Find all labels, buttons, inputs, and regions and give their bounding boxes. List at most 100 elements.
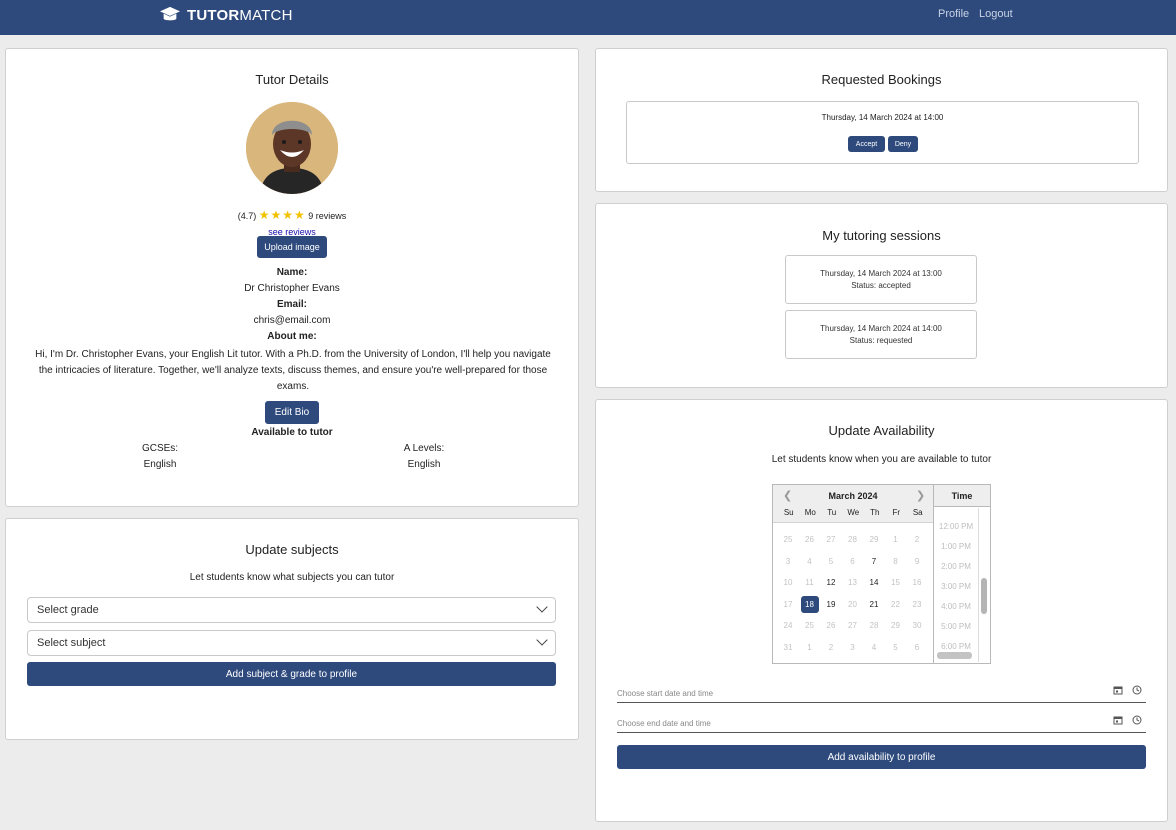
time-option[interactable]: 4:00 PM xyxy=(934,602,978,611)
calendar-day[interactable]: 19 xyxy=(822,596,840,613)
name-label: Name: xyxy=(276,267,308,278)
calendar-day[interactable]: 1 xyxy=(801,639,819,656)
time-option[interactable]: 6:00 PM xyxy=(934,642,978,651)
subject-select[interactable]: Select subject xyxy=(27,630,556,656)
start-datetime-field[interactable]: Choose start date and time xyxy=(617,683,1146,703)
calendar-day[interactable]: 27 xyxy=(844,617,862,634)
update-availability-title: Update Availability xyxy=(828,423,935,438)
tutoring-sessions-card: My tutoring sessions Thursday, 14 March … xyxy=(595,203,1168,388)
calendar-day[interactable]: 26 xyxy=(801,531,819,548)
edit-bio-button[interactable]: Edit Bio xyxy=(265,401,319,424)
calendar-day[interactable]: 8 xyxy=(887,553,905,570)
calendar-panel: ❮ March 2024 ❯ Su Mo Tu We Th Fr Sa 25 26 27 28 29… xyxy=(773,485,934,663)
calendar-day[interactable]: 17 xyxy=(779,596,797,613)
session-item[interactable]: Thursday, 14 March 2024 at 13:00 Status:… xyxy=(785,255,977,304)
nav-logout-link[interactable]: Logout xyxy=(979,8,1013,20)
next-month-icon[interactable]: ❯ xyxy=(916,489,925,502)
calendar-day[interactable]: 9 xyxy=(908,553,926,570)
review-count: 9 reviews xyxy=(308,211,347,221)
weekday-header: Tu xyxy=(827,508,837,517)
calendar-day[interactable]: 6 xyxy=(844,553,862,570)
calendar-day[interactable]: 3 xyxy=(779,553,797,570)
weekday-header: Fr xyxy=(892,508,901,517)
brand-logo[interactable]: TUTOR MATCH xyxy=(159,5,293,25)
calendar-icon[interactable] xyxy=(1113,715,1123,725)
calendar-day[interactable]: 23 xyxy=(908,596,926,613)
time-option[interactable]: 3:00 PM xyxy=(934,582,978,591)
accept-button[interactable]: Accept xyxy=(848,136,885,152)
calendar-day[interactable]: 12 xyxy=(822,574,840,591)
alevel-label: A Levels: xyxy=(403,443,445,454)
calendar-day[interactable]: 22 xyxy=(887,596,905,613)
chevron-down-icon xyxy=(536,634,548,646)
time-horizontal-scrollbar[interactable] xyxy=(937,652,972,659)
time-option[interactable]: 12:00 PM xyxy=(934,522,978,531)
time-scrollbar[interactable] xyxy=(981,578,987,614)
calendar-day[interactable]: 25 xyxy=(779,531,797,548)
tutoring-sessions-title: My tutoring sessions xyxy=(822,228,941,243)
calendar-day[interactable]: 4 xyxy=(865,639,883,656)
calendar-day[interactable]: 5 xyxy=(822,553,840,570)
tutor-email: chris@email.com xyxy=(253,315,331,326)
calendar-day[interactable]: 20 xyxy=(844,596,862,613)
alevel-subject: English xyxy=(407,459,441,470)
calendar-day[interactable]: 11 xyxy=(801,574,819,591)
add-subject-button[interactable]: Add subject & grade to profile xyxy=(27,662,556,686)
update-subjects-subtitle: Let students know what subjects you can … xyxy=(189,572,395,583)
calendar-day[interactable]: 13 xyxy=(844,574,862,591)
about-label: About me: xyxy=(267,331,317,342)
time-option[interactable]: 1:00 PM xyxy=(934,542,978,551)
calendar-day[interactable]: 26 xyxy=(822,617,840,634)
time-option[interactable]: 2:00 PM xyxy=(934,562,978,571)
time-header: Time xyxy=(934,485,990,507)
subject-select-value: Select subject xyxy=(37,637,106,649)
calendar-day[interactable]: 28 xyxy=(865,617,883,634)
rating-value: (4.7) xyxy=(237,211,257,221)
end-datetime-field[interactable]: Choose end date and time xyxy=(617,713,1146,733)
nav-profile-link[interactable]: Profile xyxy=(938,8,969,20)
calendar-day[interactable]: 28 xyxy=(844,531,862,548)
calendar-day[interactable]: 31 xyxy=(779,639,797,656)
calendar-day[interactable]: 29 xyxy=(887,617,905,634)
update-subjects-card: Update subjects Let students know what s… xyxy=(5,518,579,740)
grade-select[interactable]: Select grade xyxy=(27,597,556,623)
deny-button[interactable]: Deny xyxy=(888,136,918,152)
clock-icon[interactable] xyxy=(1132,715,1142,725)
time-option[interactable]: 5:00 PM xyxy=(934,622,978,631)
calendar-icon[interactable] xyxy=(1113,685,1123,695)
calendar-day[interactable]: 21 xyxy=(865,596,883,613)
upload-image-button[interactable]: Upload image xyxy=(257,236,327,258)
calendar-day-selected[interactable]: 18 xyxy=(800,595,819,613)
booking-request-time: Thursday, 14 March 2024 at 14:00 xyxy=(821,113,944,122)
update-availability-card: Update Availability Let students know wh… xyxy=(595,399,1168,822)
calendar-day[interactable]: 10 xyxy=(779,574,797,591)
date-time-picker[interactable]: ❮ March 2024 ❯ Su Mo Tu We Th Fr Sa 25 26 27 28 29… xyxy=(772,484,991,664)
session-item[interactable]: Thursday, 14 March 2024 at 14:00 Status:… xyxy=(785,310,977,359)
gcse-subject: English xyxy=(143,459,177,470)
tutor-details-card: Tutor Details (4.7) ★★★★ 9 reviews see r… xyxy=(5,48,579,507)
time-option-partial[interactable]: 11:00 AM xyxy=(934,508,978,509)
time-panel: Time 11:00 AM 12:00 PM 1:00 PM 2:00 PM 3:00… xyxy=(934,485,990,663)
calendar-day[interactable]: 1 xyxy=(887,531,905,548)
calendar-day[interactable]: 14 xyxy=(865,574,883,591)
calendar-day[interactable]: 3 xyxy=(844,639,862,656)
calendar-day[interactable]: 27 xyxy=(822,531,840,548)
calendar-day[interactable]: 30 xyxy=(908,617,926,634)
update-subjects-title: Update subjects xyxy=(245,542,339,557)
calendar-day[interactable]: 2 xyxy=(822,639,840,656)
calendar-day[interactable]: 7 xyxy=(865,553,883,570)
calendar-day[interactable]: 24 xyxy=(779,617,797,634)
session-time: Thursday, 14 March 2024 at 13:00 xyxy=(820,269,942,278)
calendar-day[interactable]: 25 xyxy=(801,617,819,634)
clock-icon[interactable] xyxy=(1132,685,1142,695)
add-availability-button[interactable]: Add availability to profile xyxy=(617,745,1146,769)
calendar-day[interactable]: 4 xyxy=(801,553,819,570)
calendar-day[interactable]: 29 xyxy=(865,531,883,548)
calendar-day[interactable]: 2 xyxy=(908,531,926,548)
calendar-day[interactable]: 16 xyxy=(908,574,926,591)
time-list[interactable]: 11:00 AM 12:00 PM 1:00 PM 2:00 PM 3:00 PM 4:… xyxy=(934,508,978,662)
calendar-day[interactable]: 5 xyxy=(887,639,905,656)
calendar-day[interactable]: 15 xyxy=(887,574,905,591)
calendar-day[interactable]: 6 xyxy=(908,639,926,656)
requested-bookings-card: Requested Bookings Thursday, 14 March 20… xyxy=(595,48,1168,192)
